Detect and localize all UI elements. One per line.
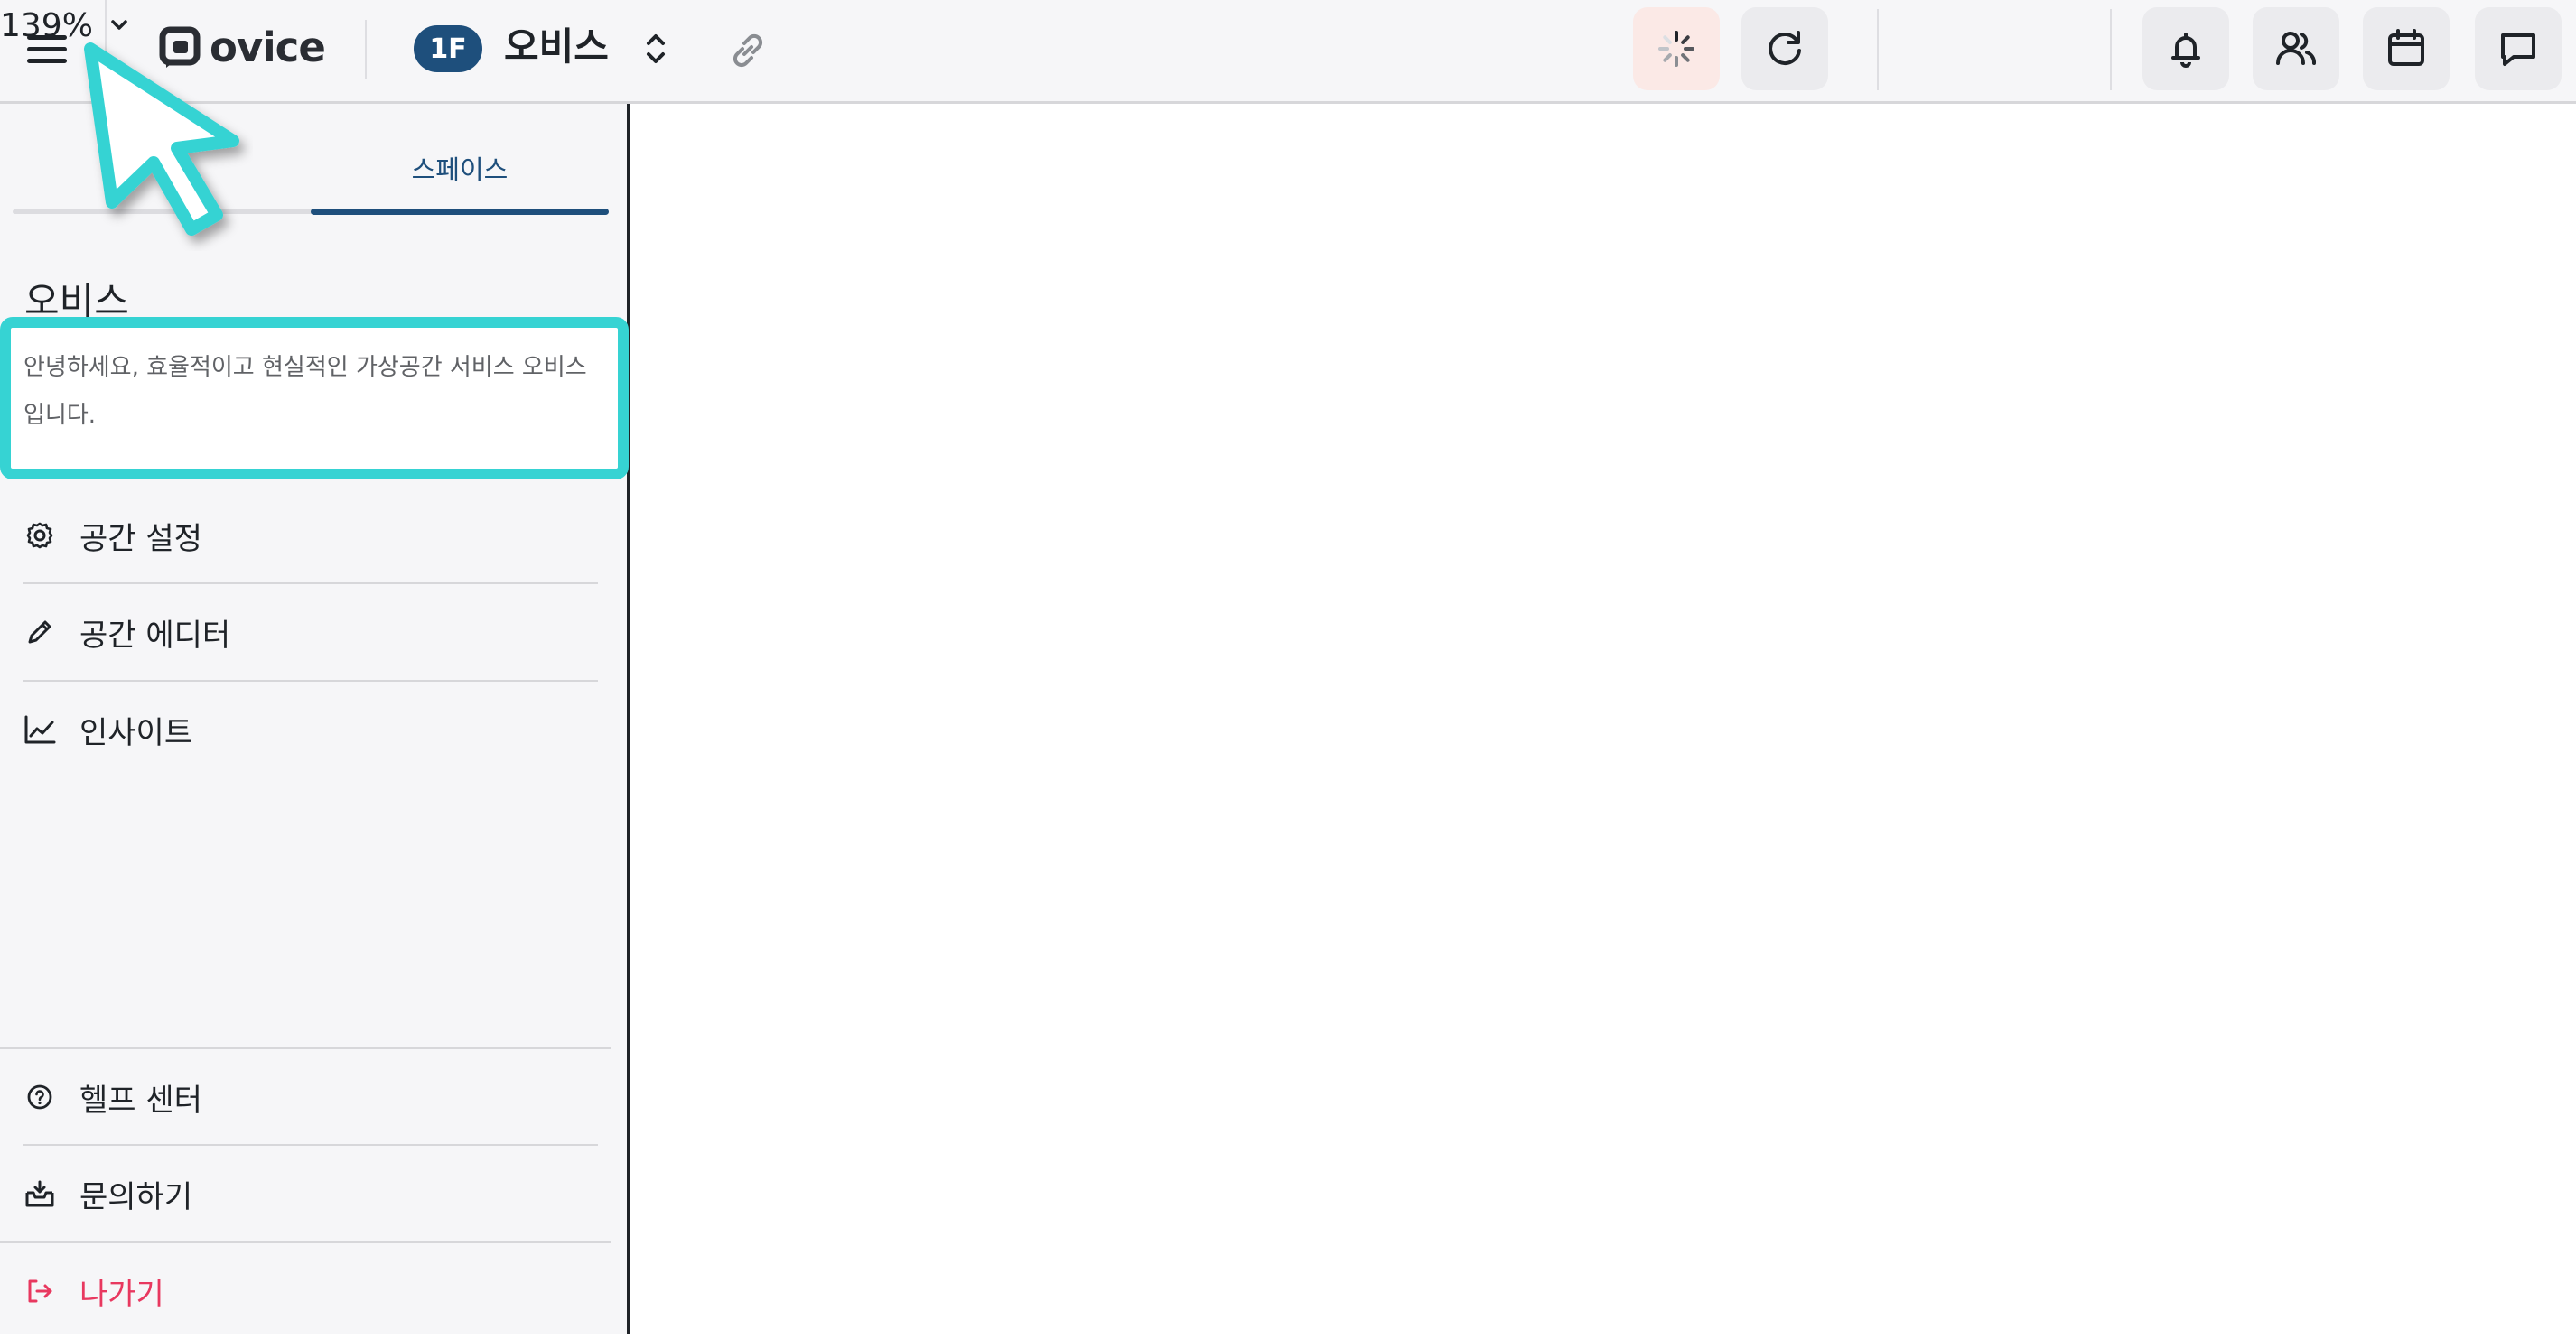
- sidebar-tabs: 스페이스: [13, 140, 609, 194]
- members-button[interactable]: [2253, 7, 2339, 90]
- divider: [2110, 9, 2112, 90]
- menu-icon: [27, 35, 67, 40]
- help-center-item[interactable]: 헬프 센터: [23, 1049, 598, 1145]
- notifications-button[interactable]: [2142, 7, 2229, 90]
- loading-spinner-icon: [1658, 31, 1694, 67]
- refresh-icon: [1769, 31, 1801, 65]
- users-icon: [2276, 32, 2316, 65]
- loading-button[interactable]: [1633, 7, 1720, 90]
- copy-link-button[interactable]: [723, 25, 773, 76]
- updown-chevron-icon: [647, 34, 665, 63]
- ovice-logo[interactable]: ovice: [159, 20, 326, 74]
- space-name[interactable]: 오비스: [504, 22, 609, 72]
- space-canvas[interactable]: [630, 104, 2576, 1334]
- menu-label: 나가기: [79, 1276, 164, 1313]
- tab-space[interactable]: 스페이스: [311, 149, 609, 187]
- logout-icon: [23, 1275, 56, 1307]
- floor-badge[interactable]: 1F: [414, 25, 482, 72]
- tab-active-indicator: [311, 209, 609, 215]
- menu-label: 인사이트: [79, 714, 193, 751]
- sidebar: 스페이스 오비스 안녕하세요, 효율적이고 현실적인 가상공간 서비스 오비스입…: [0, 104, 630, 1334]
- space-description-box: 안녕하세요, 효율적이고 현실적인 가상공간 서비스 오비스입니다.: [0, 317, 629, 479]
- bell-icon: [2171, 33, 2200, 68]
- refresh-button[interactable]: [1741, 7, 1828, 90]
- divider: [365, 20, 367, 79]
- ovice-logo-icon: [159, 26, 201, 68]
- menu-label: 문의하기: [79, 1178, 193, 1215]
- contact-item[interactable]: 문의하기: [23, 1146, 598, 1241]
- menu-button[interactable]: [20, 27, 74, 72]
- divider: [1877, 9, 1879, 90]
- menu-label: 공간 에디터: [79, 617, 231, 654]
- chat-button[interactable]: [2475, 7, 2562, 90]
- exit-item[interactable]: 나가기: [23, 1243, 598, 1339]
- space-settings-item[interactable]: 공간 설정: [23, 488, 598, 583]
- floor-switch-button[interactable]: [639, 25, 672, 72]
- calendar-button[interactable]: [2363, 7, 2450, 90]
- space-description: 안녕하세요, 효율적이고 현실적인 가상공간 서비스 오비스입니다.: [23, 354, 587, 429]
- menu-icon-bar: [27, 47, 67, 51]
- calendar-icon: [2388, 29, 2424, 66]
- pencil-icon: [23, 616, 56, 648]
- divider: [105, 0, 107, 102]
- menu-label: 헬프 센터: [79, 1082, 202, 1119]
- chevron-down-icon: [111, 20, 127, 30]
- link-icon: [733, 33, 763, 68]
- menu-icon-bar: [27, 59, 67, 63]
- gear-icon: [23, 519, 56, 552]
- top-bar: ovice 1F 오비스 139%: [0, 0, 2576, 104]
- inbox-icon: [23, 1177, 56, 1210]
- chart-line-icon: [23, 713, 56, 746]
- logo-text: ovice: [210, 23, 326, 71]
- menu-label: 공간 설정: [79, 520, 202, 557]
- help-circle-icon: [23, 1081, 56, 1113]
- chat-icon: [2501, 33, 2535, 66]
- space-editor-item[interactable]: 공간 에디터: [23, 584, 598, 680]
- insights-item[interactable]: 인사이트: [23, 682, 598, 777]
